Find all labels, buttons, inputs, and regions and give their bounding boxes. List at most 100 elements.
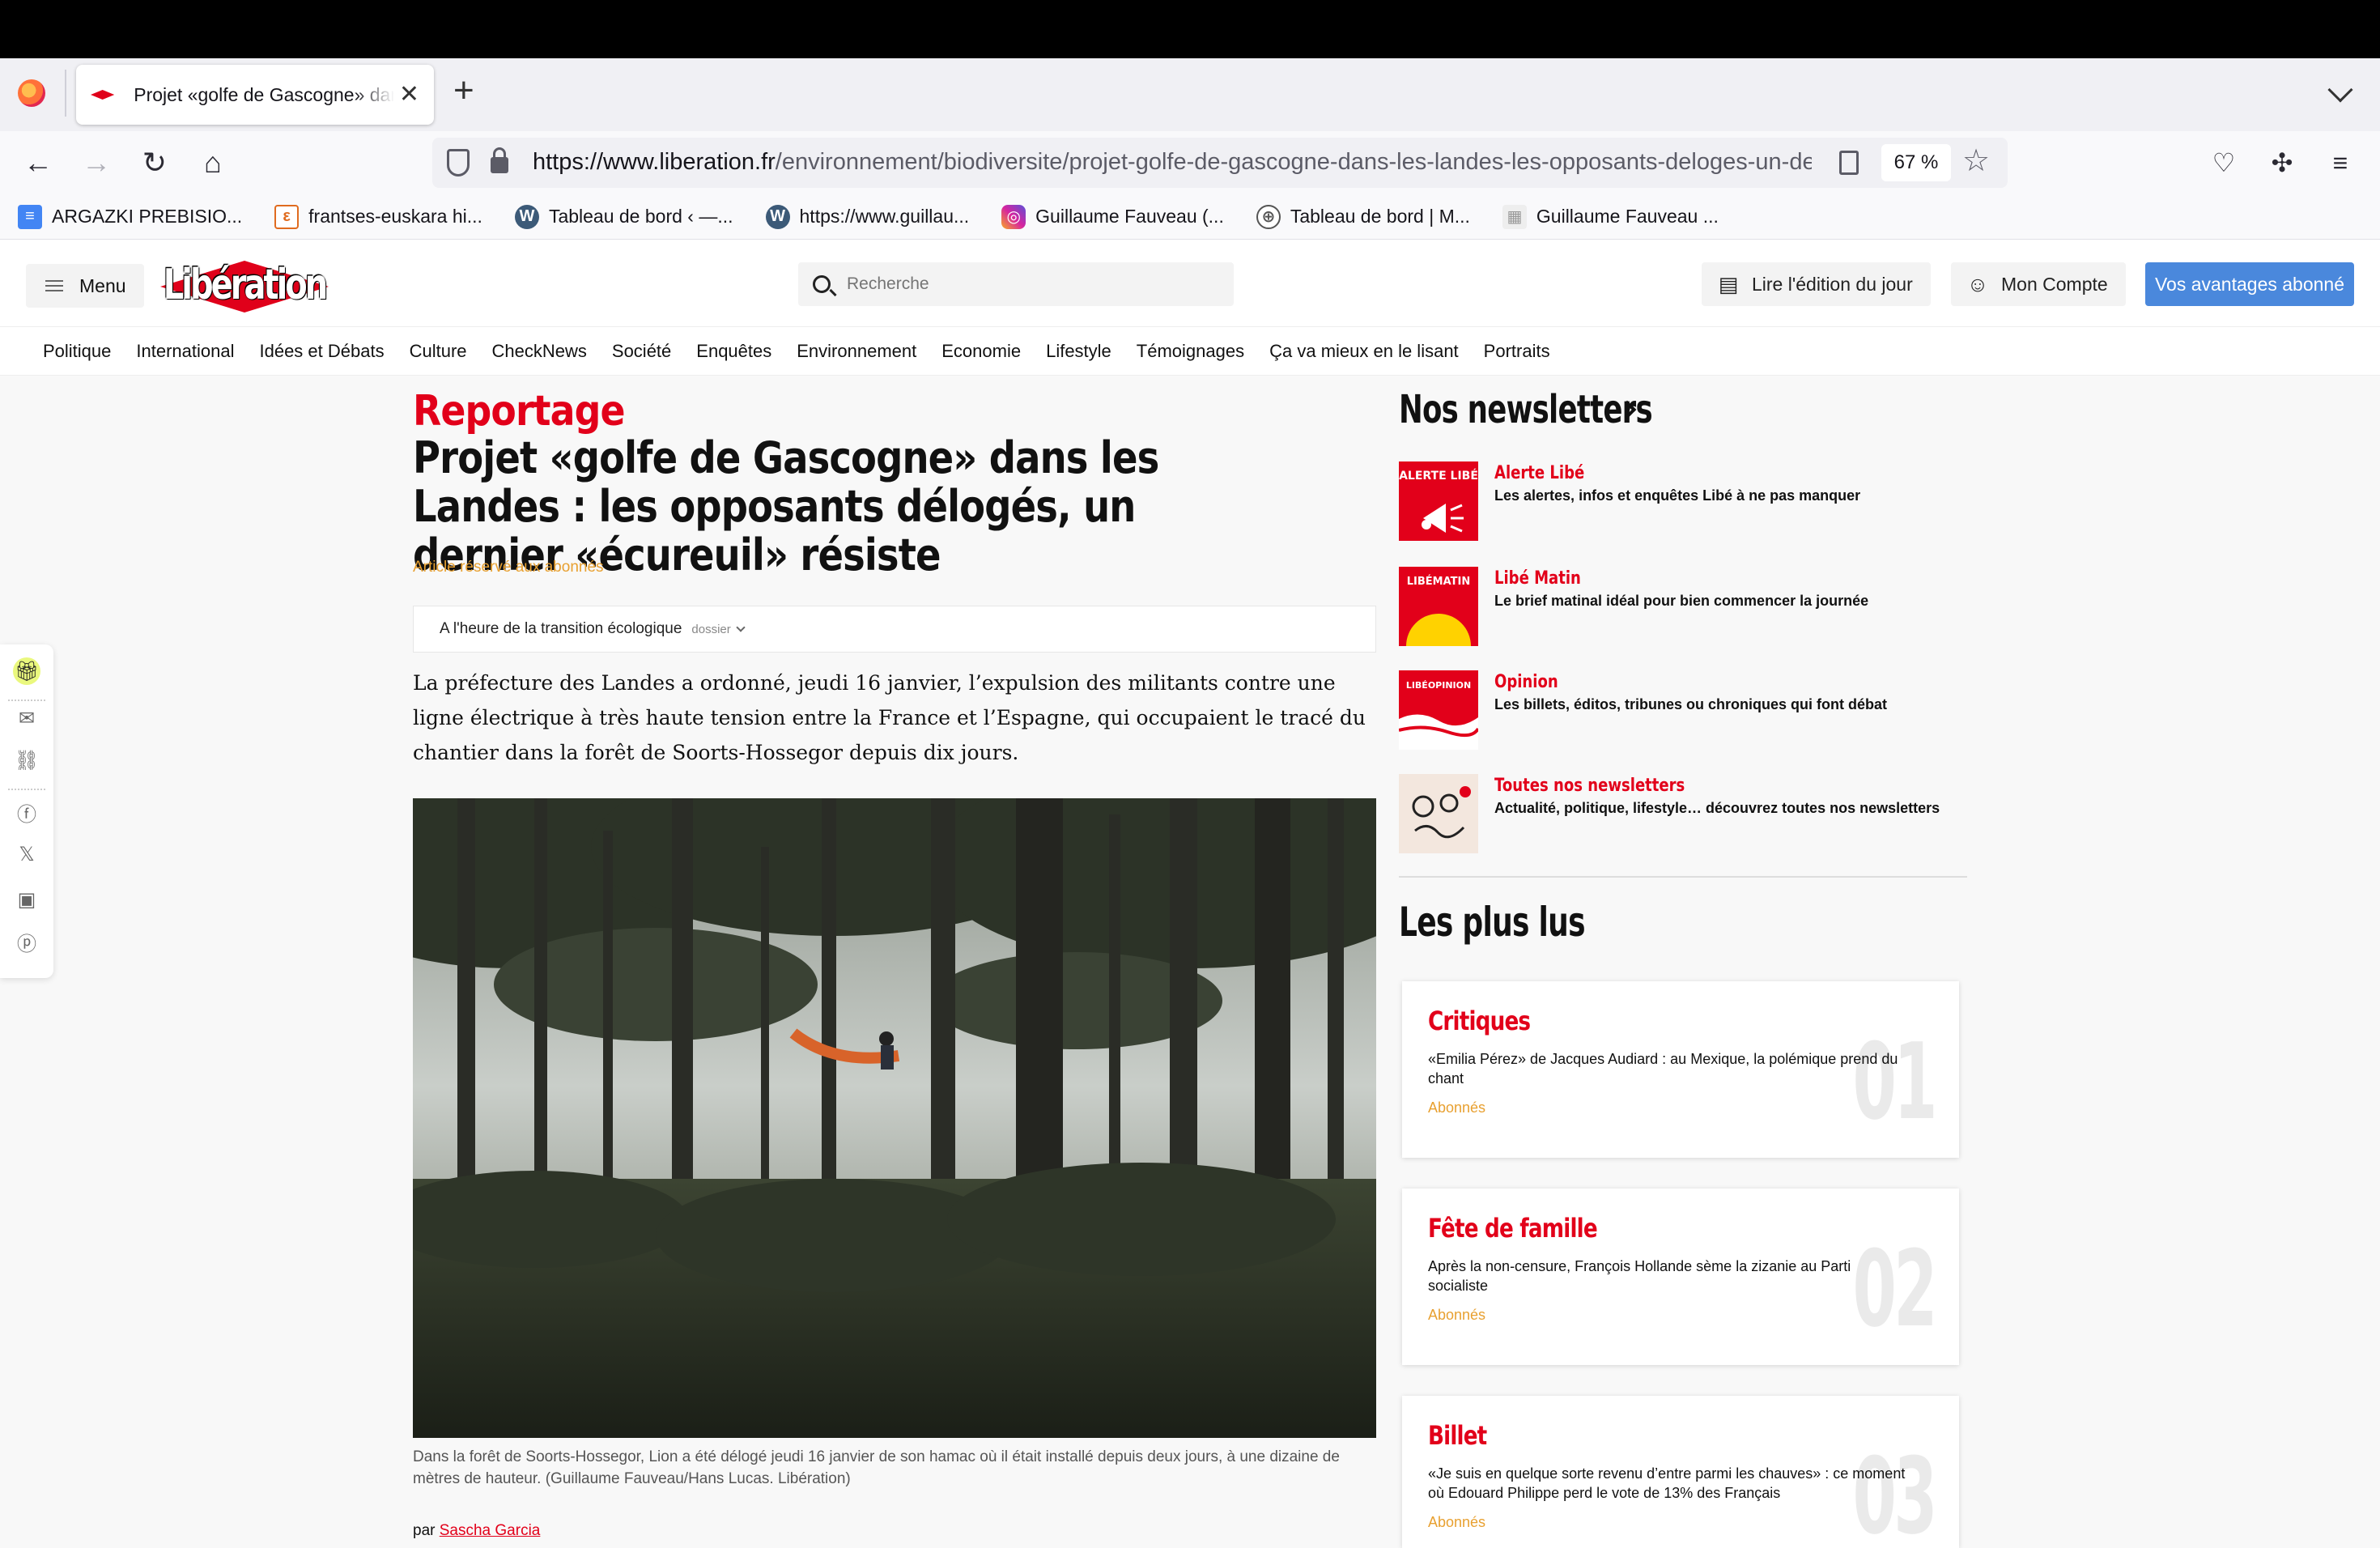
newsletter-item[interactable]: Toutes nos newsletters Actualité, politi… [1399, 774, 1966, 853]
most-read-card[interactable]: 03 Billet «Je suis en quelque sorte reve… [1402, 1396, 1959, 1548]
share-rail: 🎁︎ ✉ ⛓ ⓕ 𝕏 ▣ ⓟ [0, 644, 53, 978]
back-arrow-icon[interactable]: ← [18, 142, 58, 183]
bookmark-item[interactable]: ▦ Guillaume Fauveau ... [1502, 204, 1719, 229]
gift-article-icon[interactable]: 🎁︎ [13, 657, 40, 685]
account-label: Mon Compte [2001, 273, 2108, 295]
newsletter-item[interactable]: LIBÉMATIN Libé Matin Le brief matinal id… [1399, 567, 1966, 646]
forward-arrow-icon[interactable]: → [76, 142, 117, 183]
nav-rubric-link[interactable]: Société [612, 341, 671, 362]
article-title: Projet «golfe de Gascogne» dans les Land… [413, 432, 1159, 580]
nav-rubric-link[interactable]: International [136, 341, 234, 362]
active-tab[interactable]: Projet «golfe de Gascogne» dans les Land… [76, 65, 434, 125]
most-read-card[interactable]: 01 Critiques «Emilia Pérez» de Jacques A… [1402, 981, 1959, 1158]
bookmark-label: Guillaume Fauveau (... [1035, 206, 1224, 227]
dossier-label: A l'heure de la transition écologique [440, 620, 682, 637]
rail-divider [8, 700, 45, 701]
wordpress-icon: W [765, 204, 790, 229]
facebook-icon[interactable]: ⓕ [13, 798, 40, 826]
tab-divider [65, 70, 66, 117]
newsletter-name: Opinion [1494, 672, 1558, 692]
reader-view-icon[interactable] [1839, 151, 1859, 175]
zoom-level-button[interactable]: 67 % [1881, 144, 1951, 181]
bookmark-item[interactable]: W Tableau de bord ‹ —... [514, 204, 733, 229]
nav-rubric-link[interactable]: Portraits [1484, 341, 1550, 362]
nav-rubric-link[interactable]: Politique [43, 341, 111, 362]
author-link[interactable]: Sascha Garcia [440, 1522, 541, 1539]
tracking-protection-shield-icon[interactable] [447, 149, 470, 176]
newsletter-item[interactable]: ALERTE LIBÉ Alerte Libé Les alertes, inf… [1399, 461, 1966, 541]
pocket-icon[interactable]: ♡ [2204, 142, 2244, 183]
bookmark-label: https://www.guillau... [799, 206, 970, 227]
most-read-heading: Les plus lus [1399, 899, 1586, 946]
reload-icon[interactable]: ↻ [134, 142, 175, 183]
site-header: Menu Libération ▤ Lire l'édition du jour… [0, 240, 2380, 327]
app-menu-hamburger-icon[interactable]: ≡ [2320, 142, 2361, 183]
newsletter-item[interactable]: LIBÉOPINION Opinion Les billets, éditos,… [1399, 670, 1966, 750]
lock-icon[interactable] [491, 147, 508, 173]
email-icon[interactable]: ✉ [13, 704, 40, 732]
close-tab-icon[interactable]: ✕ [399, 83, 419, 107]
bookmark-label: Tableau de bord ‹ —... [548, 206, 733, 227]
screen-top-bar [0, 0, 2380, 58]
nav-rubric-link[interactable]: CheckNews [492, 341, 587, 362]
nav-rubric-link[interactable]: Environnement [797, 341, 916, 362]
bookmark-star-icon[interactable]: ☆ [1962, 142, 1990, 179]
svg-text:LIBÉOPINION: LIBÉOPINION [1406, 680, 1471, 691]
nav-rubric-link[interactable]: Témoignages [1137, 341, 1244, 362]
site-search[interactable] [798, 262, 1234, 306]
daily-edition-button[interactable]: ▤ Lire l'édition du jour [1702, 262, 1931, 306]
dictionary-icon: ε [274, 204, 300, 229]
x-twitter-icon[interactable]: 𝕏 [13, 840, 40, 868]
bookmark-item[interactable]: Whttps://www.guillau... [765, 204, 970, 229]
menu-button[interactable]: Menu [26, 264, 144, 308]
svg-text:LIBÉMATIN: LIBÉMATIN [1407, 575, 1470, 588]
generic-site-icon: ▦ [1502, 204, 1527, 229]
tab-strip: Projet «golfe de Gascogne» dans les Land… [0, 58, 2380, 131]
article-photo[interactable] [413, 798, 1376, 1438]
newsletters-heading[interactable]: Nos newsletters [1399, 387, 1653, 432]
most-read-card[interactable]: 02 Fête de famille Après la non-censure,… [1402, 1189, 1959, 1365]
article-kicker[interactable]: Reportage [413, 387, 626, 436]
nav-rubric-link[interactable]: Ça va mieux en le lisant [1269, 341, 1459, 362]
rail-divider [8, 789, 45, 790]
subscriber-benefits-button[interactable]: Vos avantages abonné [2145, 262, 2354, 306]
nav-rubric-link[interactable]: Culture [410, 341, 467, 362]
nav-rubric-link[interactable]: Lifestyle [1046, 341, 1111, 362]
url-text[interactable]: https://www.liberation.fr/environnement/… [533, 149, 1812, 176]
new-tab-button[interactable]: + [453, 73, 474, 108]
linkedin-icon[interactable]: ▣ [13, 886, 40, 913]
nav-rubric-link[interactable]: Economie [941, 341, 1021, 362]
rubrics-nav: Politique International Idées et Débats … [0, 327, 2380, 376]
firefox-icon[interactable] [18, 79, 45, 107]
bookmark-item[interactable]: ⊕ Tableau de bord | M... [1256, 204, 1470, 229]
bookmark-item[interactable]: ≡ ARGAZKI PREBISIO... [18, 204, 243, 229]
bookmark-item[interactable]: ◎ Guillaume Fauveau (... [1001, 204, 1224, 229]
copy-link-icon[interactable]: ⛓ [13, 746, 40, 774]
most-read-title: «Emilia Pérez» de Jacques Audiard : au M… [1428, 1051, 1898, 1087]
nav-rubric-link[interactable]: Idées et Débats [259, 341, 384, 362]
daily-edition-label: Lire l'édition du jour [1752, 273, 1913, 295]
account-button[interactable]: ☺ Mon Compte [1951, 262, 2126, 306]
extensions-puzzle-icon[interactable]: ✣ [2262, 142, 2302, 183]
home-icon[interactable]: ⌂ [193, 142, 233, 183]
dossier-dropdown[interactable]: A l'heure de la transition écologique do… [413, 606, 1376, 653]
photo-caption: Dans la forêt de Soorts-Hossegor, Lion a… [413, 1448, 1340, 1487]
pinterest-icon[interactable]: ⓟ [13, 928, 40, 955]
bookmark-label: Guillaume Fauveau ... [1536, 206, 1719, 227]
dossier-tag: dossier [691, 622, 731, 636]
list-tabs-chevron-icon[interactable] [2327, 77, 2353, 103]
bookmark-label: ARGAZKI PREBISIO... [52, 206, 243, 227]
newsletter-desc: Les alertes, infos et enquêtes Libé à ne… [1494, 487, 1861, 504]
article-lead: La préfecture des Landes a ordonné, jeud… [413, 671, 1366, 764]
chevron-down-icon [736, 623, 746, 632]
liberation-logo[interactable]: Libération [160, 251, 329, 317]
byline-prefix: par [413, 1522, 436, 1539]
address-bar[interactable]: https://www.liberation.fr/environnement/… [432, 138, 2008, 188]
search-input[interactable] [847, 274, 1203, 294]
subscribers-tag: Abonnés [1428, 1307, 1486, 1323]
libe-opinion-thumbnail: LIBÉOPINION [1399, 670, 1478, 750]
bookmark-item[interactable]: ε frantses-euskara hi... [274, 204, 482, 229]
premium-notice: Article réservé aux abonnés [413, 559, 604, 576]
nav-rubric-link[interactable]: Enquêtes [696, 341, 771, 362]
alerte-libe-thumbnail: ALERTE LIBÉ [1399, 461, 1478, 541]
